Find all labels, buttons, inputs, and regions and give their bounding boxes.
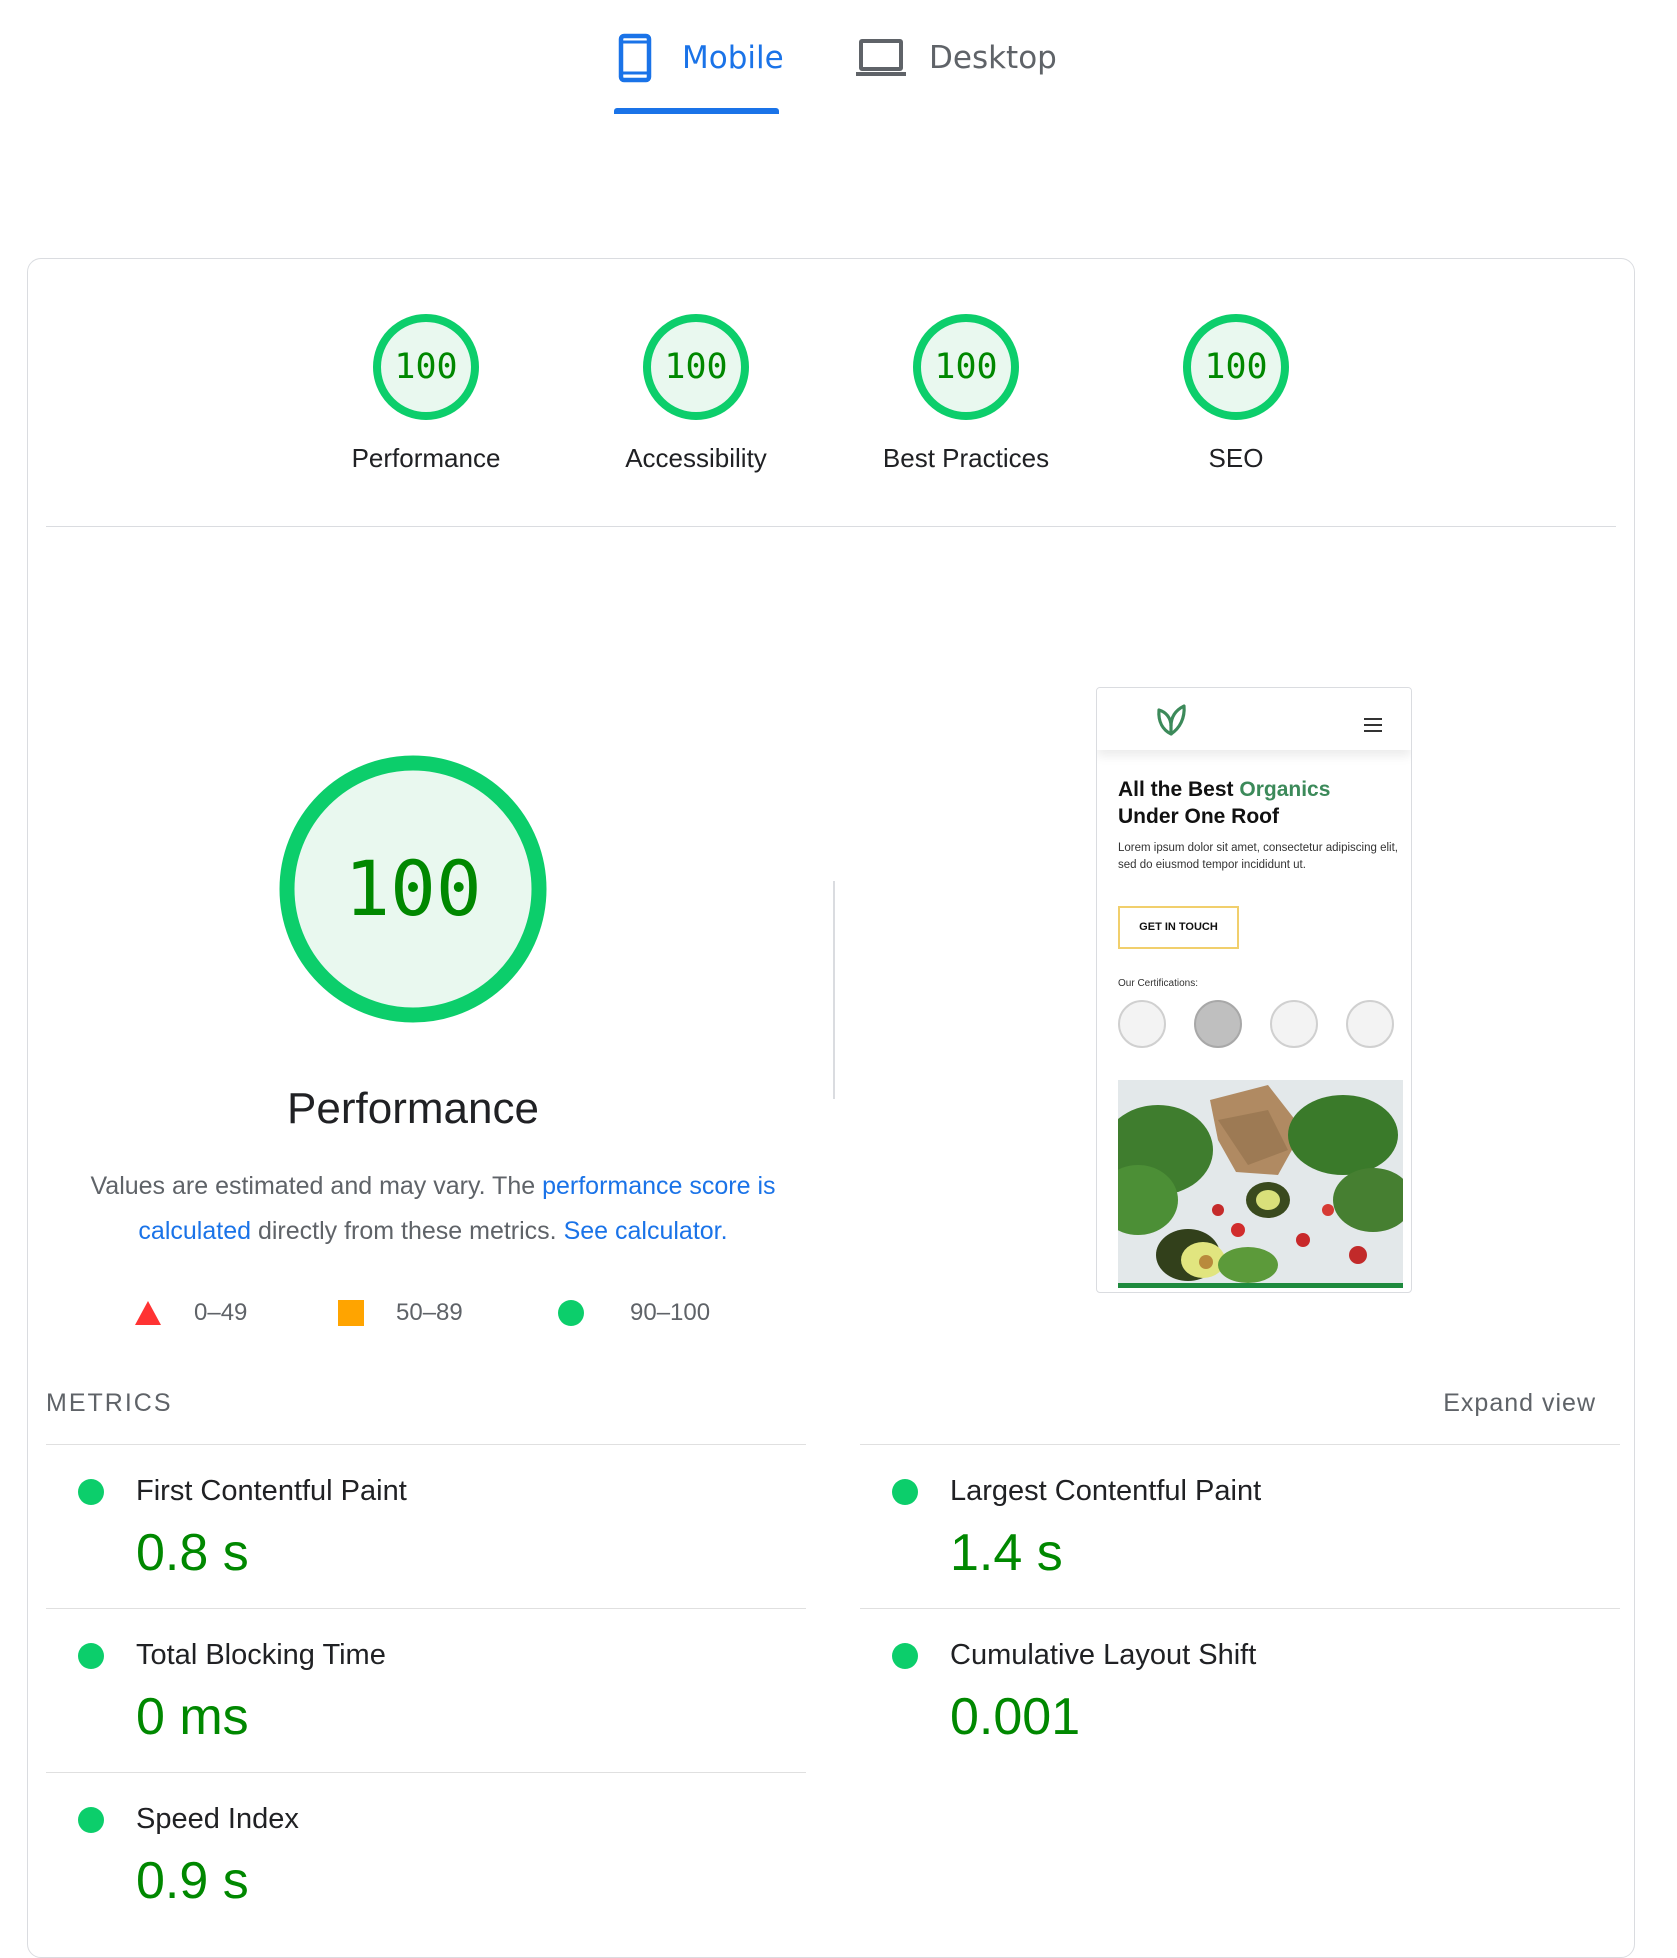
preview-image-bar xyxy=(1118,1283,1403,1288)
metric-tbt: Total Blocking Time 0 ms xyxy=(46,1608,806,1772)
legend-pass-label: 90–100 xyxy=(630,1299,711,1326)
gauge-label: Best Practices xyxy=(882,443,1050,473)
certification-badge xyxy=(1270,1000,1318,1048)
gauge-label: Performance xyxy=(351,443,501,473)
gauge-ring: 100 xyxy=(1182,313,1290,421)
active-tab-indicator xyxy=(614,108,779,114)
legend-average-label: 50–89 xyxy=(396,1299,463,1326)
report-card: 100 Performance 100 Accessibility 100 Be… xyxy=(27,258,1635,1958)
pass-circle-icon xyxy=(78,1807,104,1833)
metric-value: 0.8 s xyxy=(136,1524,249,1582)
gauge-score: 100 xyxy=(1204,347,1268,387)
gauge-score: 100 xyxy=(934,347,998,387)
vertical-divider xyxy=(833,881,835,1099)
square-icon xyxy=(338,1300,364,1326)
category-gauges: 100 Performance 100 Accessibility 100 Be… xyxy=(28,259,1636,527)
metric-label: Largest Contentful Paint xyxy=(950,1475,1262,1507)
pass-circle-icon xyxy=(78,1479,104,1505)
legend-fail: 0–49 xyxy=(134,1299,247,1327)
hamburger-menu-icon xyxy=(1364,718,1382,732)
tab-desktop-label: Desktop xyxy=(929,40,1057,76)
gauge-label: SEO xyxy=(1208,443,1264,473)
laptop-icon xyxy=(856,39,906,76)
metric-value: 1.4 s xyxy=(950,1524,1063,1582)
performance-description: Values are estimated and may vary. The p… xyxy=(48,1164,818,1254)
gauge-label: Accessibility xyxy=(625,443,767,473)
smartphone-icon xyxy=(618,33,652,83)
pass-circle-icon xyxy=(78,1643,104,1669)
tab-desktop[interactable]: Desktop xyxy=(855,28,1057,88)
gauges-divider xyxy=(46,526,1616,527)
performance-gauge-large: 100 xyxy=(278,754,548,1024)
preview-body: Lorem ipsum dolor sit amet, consectetur … xyxy=(1118,842,1398,871)
preview-headline: All the Best Organics Under One Roof xyxy=(1118,776,1330,830)
gauge-seo[interactable]: 100 SEO xyxy=(1116,313,1356,474)
pass-circle-icon xyxy=(892,1643,918,1669)
legend-average: 50–89 xyxy=(338,1299,463,1327)
final-screenshot[interactable]: All the Best Organics Under One Roof Lor… xyxy=(1096,687,1412,1293)
metric-lcp: Largest Contentful Paint 1.4 s xyxy=(860,1444,1620,1608)
device-tabs: Mobile Desktop xyxy=(0,0,1677,120)
headline-text: All the Best xyxy=(1118,778,1240,801)
desc-text: directly from these metrics. xyxy=(251,1217,564,1245)
preview-get-in-touch-button: GET IN TOUCH xyxy=(1118,906,1239,949)
preview-certifications-label: Our Certifications: xyxy=(1118,978,1199,989)
metric-label: Total Blocking Time xyxy=(136,1639,386,1671)
headline-text: Under One Roof xyxy=(1118,805,1279,828)
gauge-ring: 100 xyxy=(912,313,1020,421)
desc-text: Values are estimated and may vary. The xyxy=(90,1172,543,1200)
metric-value: 0.001 xyxy=(950,1688,1081,1746)
performance-score: 100 xyxy=(344,844,482,933)
metrics-column-left: First Contentful Paint 0.8 s Total Block… xyxy=(46,1444,806,1936)
gauge-accessibility[interactable]: 100 Accessibility xyxy=(576,313,816,474)
circle-icon xyxy=(558,1300,584,1326)
legend-fail-label: 0–49 xyxy=(194,1299,248,1326)
performance-title: Performance xyxy=(287,1084,539,1133)
leaf-logo-icon xyxy=(1157,704,1186,736)
gauge-ring: 100 xyxy=(372,313,480,421)
vegetables-image xyxy=(1118,1080,1403,1283)
tab-mobile[interactable]: Mobile xyxy=(618,28,784,88)
gauge-performance[interactable]: 100 Performance xyxy=(306,313,546,474)
pass-circle-icon xyxy=(892,1479,918,1505)
preview-hero-image xyxy=(1118,1080,1403,1283)
metric-value: 0.9 s xyxy=(136,1852,249,1910)
metric-fcp: First Contentful Paint 0.8 s xyxy=(46,1444,806,1608)
certification-badge xyxy=(1346,1000,1394,1048)
headline-highlight: Organics xyxy=(1239,778,1331,801)
metric-label: Cumulative Layout Shift xyxy=(950,1639,1257,1671)
metric-value: 0 ms xyxy=(136,1688,249,1746)
expand-view-button[interactable]: Expand view xyxy=(1443,1389,1596,1418)
preview-header xyxy=(1097,688,1411,750)
metrics-heading: METRICS xyxy=(46,1389,173,1417)
metric-label: First Contentful Paint xyxy=(136,1475,407,1507)
certification-badge xyxy=(1118,1000,1166,1048)
legend-pass: 90–100 xyxy=(558,1299,710,1327)
metric-label: Speed Index xyxy=(136,1803,299,1835)
gauge-ring: 100 xyxy=(642,313,750,421)
metric-si: Speed Index 0.9 s xyxy=(46,1772,806,1936)
score-legend: 0–49 50–89 90–100 xyxy=(28,1299,798,1339)
triangle-icon xyxy=(135,1301,161,1325)
gauge-best-practices[interactable]: 100 Best Practices xyxy=(846,313,1086,474)
metrics-column-right: Largest Contentful Paint 1.4 s Cumulativ… xyxy=(860,1444,1620,1772)
certification-badge xyxy=(1194,1000,1242,1048)
metric-cls: Cumulative Layout Shift 0.001 xyxy=(860,1608,1620,1772)
gauge-score: 100 xyxy=(664,347,728,387)
tab-mobile-label: Mobile xyxy=(682,40,784,76)
gauge-score: 100 xyxy=(394,347,458,387)
see-calculator-link[interactable]: See calculator. xyxy=(564,1217,728,1245)
